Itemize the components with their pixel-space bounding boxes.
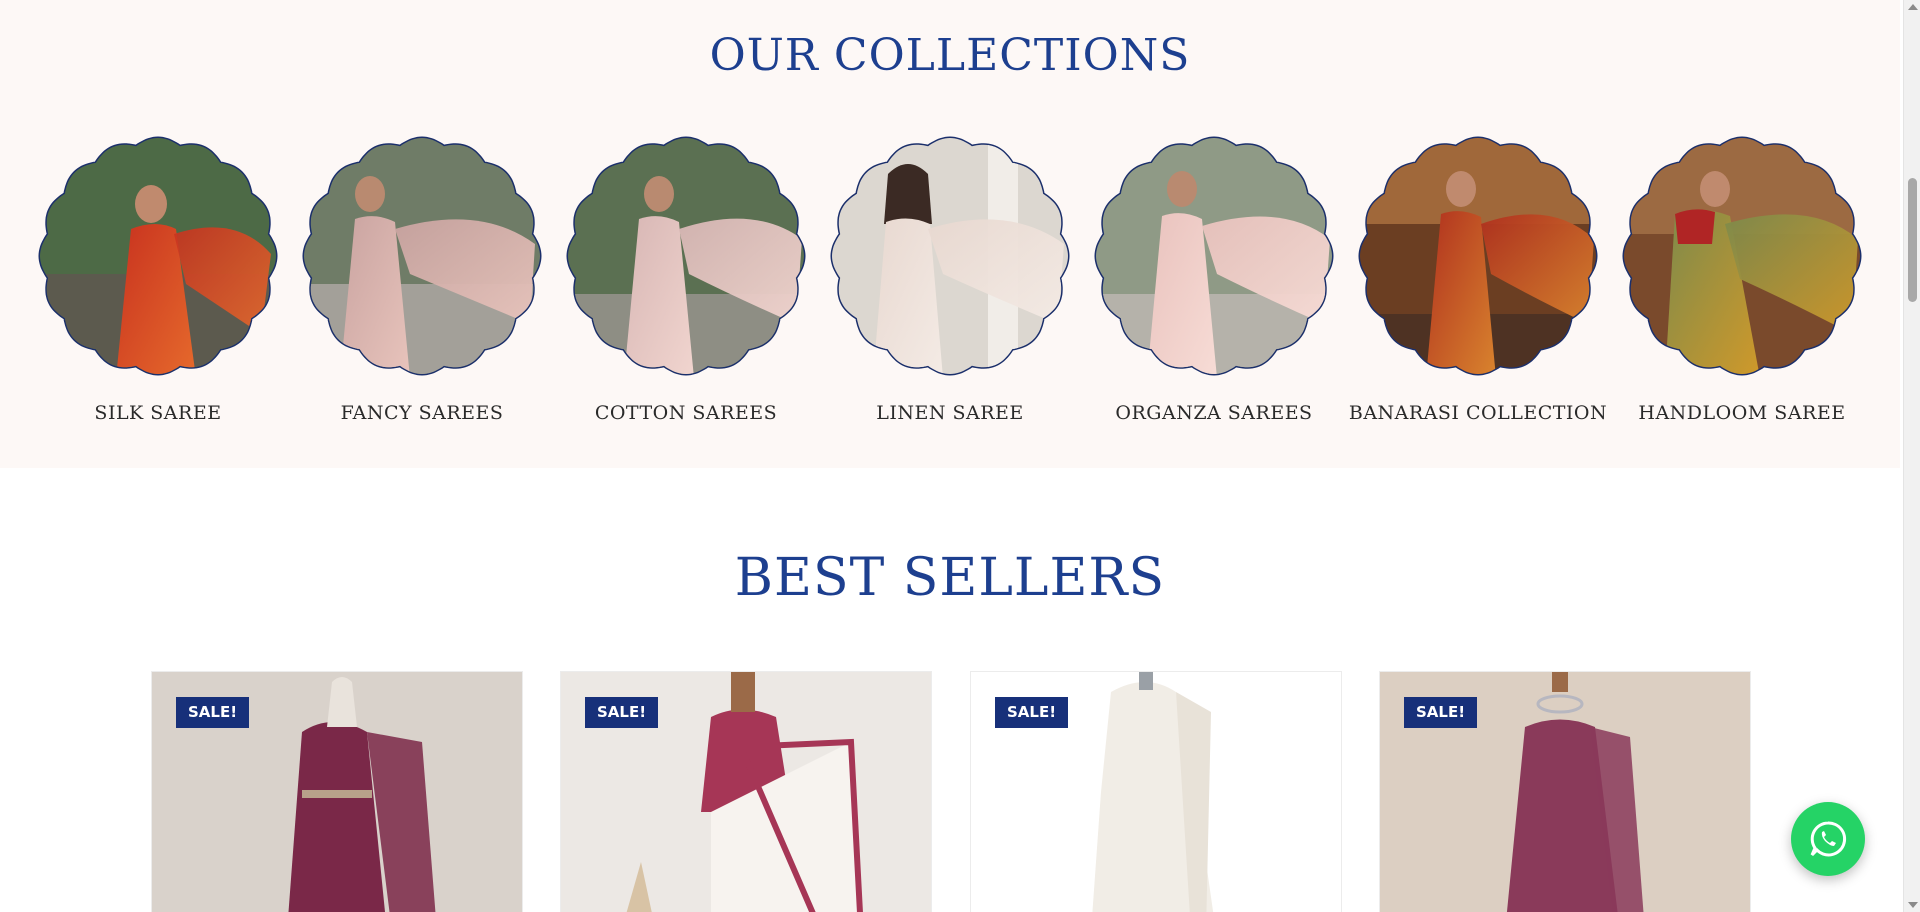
sale-badge: SALE!: [585, 697, 659, 728]
collections-title: OUR COLLECTIONS: [709, 30, 1191, 81]
collection-organza-sarees[interactable]: ORGANZA SAREES: [1092, 134, 1336, 434]
scroll-up-arrow-icon[interactable]: [1908, 4, 1918, 10]
collection-label[interactable]: SILK SAREE: [16, 402, 300, 424]
sale-badge: SALE!: [1404, 697, 1478, 728]
collection-label[interactable]: FANCY SAREES: [280, 402, 564, 424]
product-card[interactable]: SALE!: [560, 671, 932, 912]
collections-section: OUR COLLECTIONS SILK SAREE FANCY SAREES …: [0, 0, 1900, 468]
page: OUR COLLECTIONS SILK SAREE FANCY SAREES …: [0, 0, 1900, 912]
scroll-thumb[interactable]: [1908, 178, 1917, 302]
whatsapp-chat-button[interactable]: [1791, 802, 1865, 876]
collection-linen-saree[interactable]: LINEN SAREE: [828, 134, 1072, 434]
collection-image[interactable]: [1356, 134, 1600, 378]
sale-badge: SALE!: [176, 697, 250, 728]
collection-image[interactable]: [36, 134, 280, 378]
collection-image[interactable]: [300, 134, 544, 378]
best-sellers-title: BEST SELLERS: [734, 548, 1166, 608]
collection-image[interactable]: [1620, 134, 1864, 378]
collection-handloom-saree[interactable]: HANDLOOM SAREE: [1620, 134, 1864, 434]
collection-cotton-sarees[interactable]: COTTON SAREES: [564, 134, 808, 434]
collection-silk-saree[interactable]: SILK SAREE: [36, 134, 280, 434]
product-card[interactable]: SALE!: [151, 671, 523, 912]
scroll-down-arrow-icon[interactable]: [1908, 902, 1918, 908]
collection-label[interactable]: ORGANZA SAREES: [1072, 402, 1356, 424]
sale-badge: SALE!: [995, 697, 1069, 728]
collection-label[interactable]: COTTON SAREES: [544, 402, 828, 424]
product-card[interactable]: SALE!: [1379, 671, 1751, 912]
product-card[interactable]: SALE!: [970, 671, 1342, 912]
collection-image[interactable]: [1092, 134, 1336, 378]
collection-image[interactable]: [564, 134, 808, 378]
whatsapp-icon: [1810, 821, 1847, 857]
collection-image[interactable]: [828, 134, 1072, 378]
collection-fancy-sarees[interactable]: FANCY SAREES: [300, 134, 544, 434]
collection-label[interactable]: BANARASI COLLECTION: [1336, 402, 1620, 424]
collection-banarasi-collection[interactable]: BANARASI COLLECTION: [1349, 134, 1607, 434]
collection-label[interactable]: LINEN SAREE: [808, 402, 1092, 424]
scrollbar[interactable]: [1903, 0, 1920, 912]
collection-label[interactable]: HANDLOOM SAREE: [1600, 402, 1884, 424]
